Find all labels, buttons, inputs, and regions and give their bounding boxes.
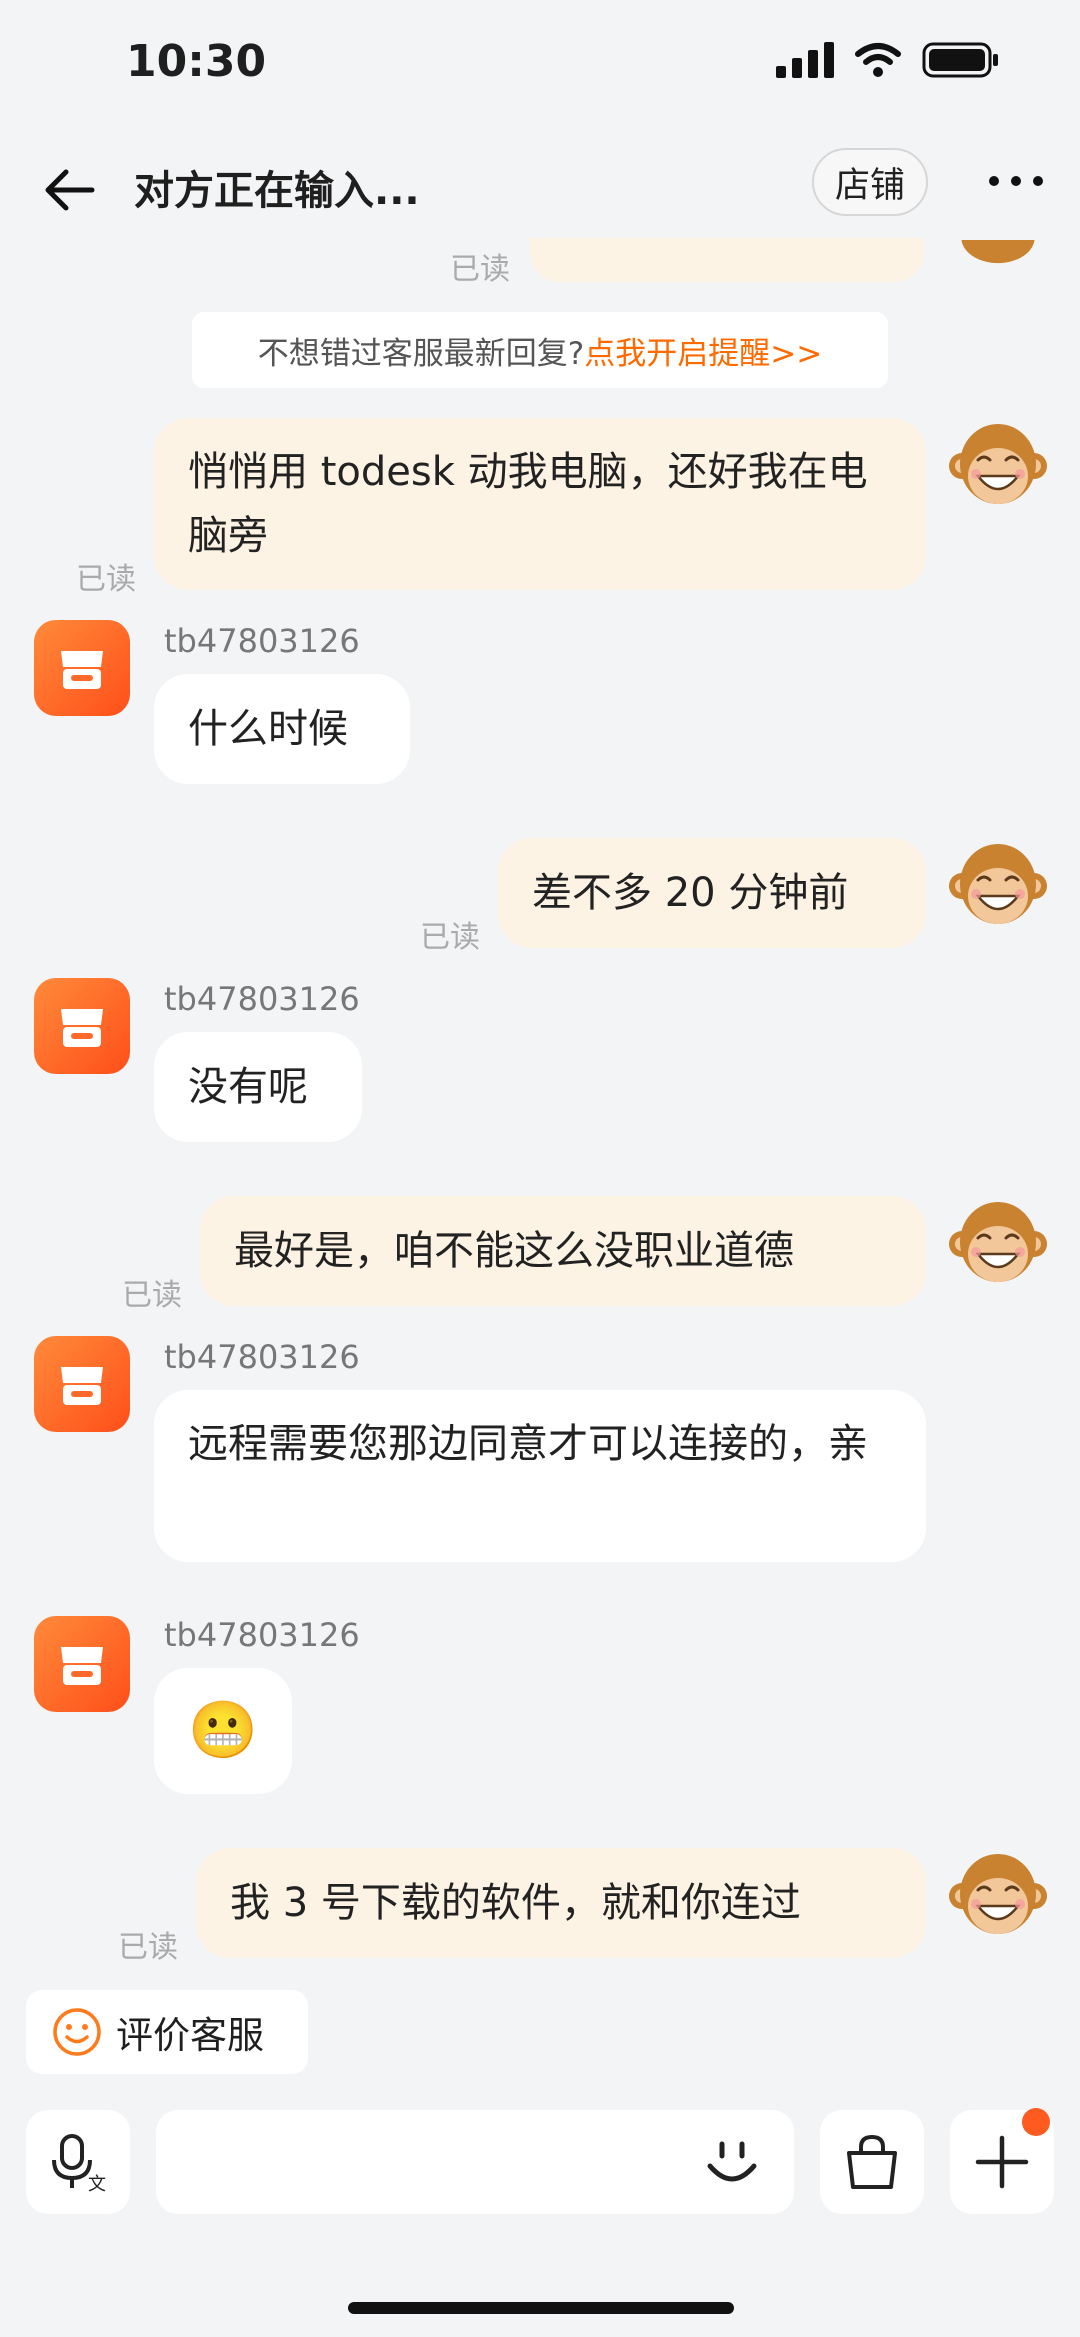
emoji-message: 😬 bbox=[188, 1698, 258, 1763]
monkey-avatar-icon[interactable] bbox=[948, 836, 1048, 936]
more-icon[interactable] bbox=[986, 166, 1046, 196]
plus-icon bbox=[975, 2135, 1029, 2189]
message-text: 悄悄用 todesk 动我电脑，还好我在电脑旁 bbox=[188, 449, 868, 559]
message-bubble-in: 远程需要您那边同意才可以连接的，亲 bbox=[154, 1390, 926, 1562]
shop-avatar[interactable] bbox=[34, 978, 130, 1074]
monkey-face bbox=[949, 424, 1047, 504]
shop-store-icon bbox=[61, 1367, 103, 1405]
message-text: 没有呢 bbox=[188, 1064, 308, 1110]
shopping-bag-icon bbox=[847, 2134, 897, 2189]
monkey-avatar-icon[interactable] bbox=[948, 1194, 1048, 1294]
sender-name: tb47803126 bbox=[164, 1616, 360, 1654]
monkey-avatar-icon bbox=[952, 240, 1044, 266]
read-status: 已读 bbox=[450, 252, 510, 287]
monkey-face bbox=[949, 1854, 1047, 1934]
message-text: 差不多 20 分钟前 bbox=[532, 870, 849, 916]
message-bubble-in: 什么时候 bbox=[154, 674, 410, 784]
status-icons bbox=[776, 42, 1000, 78]
message-text: 什么时候 bbox=[188, 706, 348, 752]
notice-text: 不想错过客服最新回复? bbox=[257, 335, 585, 372]
message-text: 远程需要您那边同意才可以连接的，亲 bbox=[188, 1421, 868, 1467]
read-status: 已读 bbox=[76, 562, 136, 597]
smiley-icon bbox=[53, 2008, 101, 2056]
sender-name: tb47803126 bbox=[164, 980, 360, 1018]
monkey-face bbox=[949, 844, 1047, 924]
message-bubble-out-partial bbox=[530, 238, 924, 282]
battery-icon bbox=[922, 42, 998, 78]
wifi-icon bbox=[855, 43, 901, 77]
shop-store-icon bbox=[61, 1647, 103, 1685]
read-status: 已读 bbox=[420, 920, 480, 955]
notification-dot bbox=[1022, 2108, 1050, 2136]
message-bubble-out: 悄悄用 todesk 动我电脑，还好我在电脑旁 bbox=[154, 418, 926, 590]
shop-avatar[interactable] bbox=[34, 1336, 130, 1432]
rate-service-label: 评价客服 bbox=[116, 2014, 264, 2057]
shop-button[interactable]: 店铺 bbox=[812, 148, 928, 216]
shop-store-icon bbox=[61, 651, 103, 689]
message-input[interactable] bbox=[156, 2110, 794, 2214]
read-status: 已读 bbox=[118, 1930, 178, 1965]
monkey-avatar-icon[interactable] bbox=[948, 416, 1048, 516]
sender-name: tb47803126 bbox=[164, 622, 360, 660]
monkey-face bbox=[949, 1202, 1047, 1282]
page-title: 对方正在输入... bbox=[134, 168, 420, 214]
message-bubble-out: 我 3 号下载的软件，就和你连过 bbox=[196, 1848, 926, 1958]
product-button[interactable] bbox=[820, 2110, 924, 2214]
message-bubble-in: 😬 bbox=[154, 1668, 292, 1794]
emoji-icon[interactable] bbox=[700, 2130, 764, 2194]
shop-avatar[interactable] bbox=[34, 620, 130, 716]
home-indicator bbox=[348, 2302, 734, 2314]
cellular-signal-icon bbox=[776, 42, 834, 78]
monkey-avatar-icon[interactable] bbox=[948, 1846, 1048, 1946]
status-time: 10:30 bbox=[126, 36, 267, 87]
rate-service-button[interactable]: 评价客服 bbox=[26, 1990, 308, 2074]
shop-store-icon bbox=[61, 1009, 103, 1047]
message-bubble-in: 没有呢 bbox=[154, 1032, 362, 1142]
enable-reminder-link[interactable]: 点我开启提醒>> bbox=[584, 328, 822, 373]
back-arrow-icon[interactable] bbox=[40, 160, 100, 220]
message-bubble-out: 差不多 20 分钟前 bbox=[498, 838, 926, 948]
svg-text:文: 文 bbox=[88, 2174, 106, 2192]
voice-translate-icon: 文 bbox=[52, 2134, 106, 2192]
read-status: 已读 bbox=[122, 1278, 182, 1313]
message-bubble-out: 最好是，咱不能这么没职业道德 bbox=[200, 1196, 926, 1306]
message-text: 我 3 号下载的软件，就和你连过 bbox=[230, 1880, 801, 1926]
voice-button[interactable]: 文 bbox=[26, 2110, 130, 2214]
message-text: 最好是，咱不能这么没职业道德 bbox=[234, 1228, 794, 1274]
reply-reminder-notice[interactable]: 不想错过客服最新回复? 点我开启提醒>> bbox=[192, 312, 888, 388]
shop-avatar[interactable] bbox=[34, 1616, 130, 1712]
sender-name: tb47803126 bbox=[164, 1338, 360, 1376]
